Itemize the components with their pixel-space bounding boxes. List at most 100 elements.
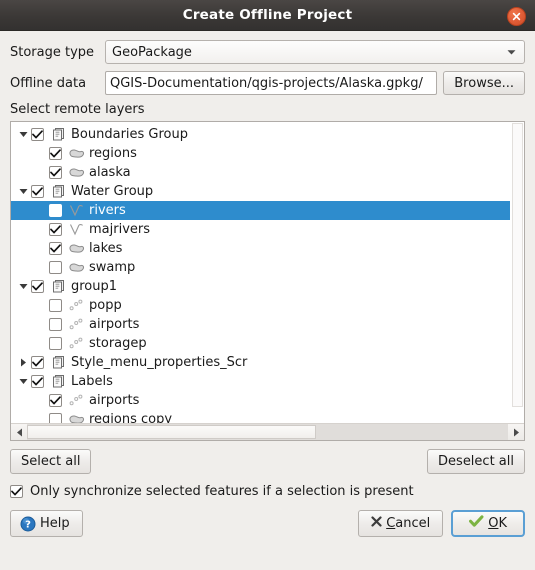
vertical-scroll-track[interactable] <box>512 123 523 407</box>
tree-row[interactable]: Labels <box>11 372 511 391</box>
tree-row[interactable]: airports <box>11 315 511 334</box>
tree-row[interactable]: lakes <box>11 239 511 258</box>
cancel-x-icon <box>371 516 382 531</box>
tree-row[interactable]: group1 <box>11 277 511 296</box>
only-sync-checkbox[interactable] <box>10 485 23 498</box>
offline-data-label: Offline data <box>10 75 87 91</box>
tree-row[interactable]: airports <box>11 391 511 410</box>
layer-checkbox[interactable] <box>49 337 62 350</box>
layer-name-label: majrivers <box>89 222 151 237</box>
tree-row[interactable]: Water Group <box>11 182 511 201</box>
layer-name-label: airports <box>89 317 140 332</box>
cancel-rest: ancel <box>395 516 431 531</box>
storage-type-row: Storage type GeoPackage <box>10 40 525 64</box>
polygon-layer-icon <box>67 165 85 180</box>
polygon-layer-icon <box>67 241 85 256</box>
deselect-all-button[interactable]: Deselect all <box>427 449 525 474</box>
scroll-left-icon[interactable] <box>11 424 27 440</box>
dialog-body: Storage type GeoPackage Offline data /QG… <box>0 31 535 537</box>
layer-checkbox[interactable] <box>31 356 44 369</box>
cancel-mnemonic: C <box>386 516 396 531</box>
group-layer-icon <box>49 127 67 142</box>
title-bar: Create Offline Project <box>0 0 535 31</box>
tree-row[interactable]: regions copy <box>11 410 511 424</box>
offline-data-input[interactable]: /QGIS-Documentation/qgis-projects/Alaska… <box>105 71 438 95</box>
chevron-down-icon[interactable] <box>15 188 31 195</box>
layer-checkbox[interactable] <box>49 394 62 407</box>
help-label: Help <box>40 516 70 531</box>
ok-check-icon <box>469 515 484 532</box>
ok-rest: K <box>498 516 507 531</box>
layer-name-label: Boundaries Group <box>71 127 189 142</box>
layer-checkbox[interactable] <box>31 280 44 293</box>
layer-name-label: rivers <box>89 203 126 218</box>
tree-vertical-scrollbar[interactable] <box>510 123 523 407</box>
layer-checkbox[interactable] <box>49 242 62 255</box>
only-sync-checkbox-row[interactable]: Only synchronize selected features if a … <box>10 484 525 499</box>
layer-name-label: airports <box>89 393 140 408</box>
offline-data-value: /QGIS-Documentation/qgis-projects/Alaska… <box>110 75 423 91</box>
scroll-right-icon[interactable] <box>508 424 524 440</box>
tree-row[interactable]: regions <box>11 144 511 163</box>
layer-checkbox[interactable] <box>31 128 44 141</box>
chevron-down-icon[interactable] <box>15 283 31 290</box>
tree-row[interactable]: Boundaries Group <box>11 125 511 144</box>
chevron-down-icon[interactable] <box>15 378 31 385</box>
group-layer-icon <box>49 374 67 389</box>
layer-name-label: Style_menu_properties_Scr <box>71 355 248 370</box>
layer-checkbox[interactable] <box>49 261 62 274</box>
chevron-down-icon[interactable] <box>15 131 31 138</box>
chevron-right-icon[interactable] <box>15 358 31 367</box>
layer-checkbox[interactable] <box>31 185 44 198</box>
layer-name-label: Water Group <box>71 184 154 199</box>
layer-checkbox[interactable] <box>49 299 62 312</box>
close-icon[interactable] <box>507 7 526 26</box>
cancel-button[interactable]: Cancel <box>358 510 444 537</box>
only-sync-label: Only synchronize selected features if a … <box>30 484 414 499</box>
storage-type-value: GeoPackage <box>112 44 192 60</box>
tree-scroll-area: Boundaries Group regions alaska Water Group… <box>11 122 524 424</box>
dialog-button-bar: ? Help Cancel OK <box>10 510 525 537</box>
tree-row[interactable]: swamp <box>11 258 511 277</box>
layer-name-label: storagep <box>89 336 147 351</box>
select-all-button[interactable]: Select all <box>10 449 92 474</box>
layer-name-label: swamp <box>89 260 136 275</box>
group-layer-icon <box>49 184 67 199</box>
help-button[interactable]: ? Help <box>10 510 83 537</box>
horizontal-scroll-thumb[interactable] <box>27 425 316 439</box>
tree-row[interactable]: alaska <box>11 163 511 182</box>
layer-checkbox[interactable] <box>49 204 62 217</box>
tree-row[interactable]: popp <box>11 296 511 315</box>
tree-row[interactable]: majrivers <box>11 220 511 239</box>
layer-checkbox[interactable] <box>31 375 44 388</box>
chevron-down-icon <box>507 45 516 60</box>
help-icon: ? <box>20 516 36 532</box>
horizontal-scroll-track[interactable] <box>27 424 508 440</box>
ok-button[interactable]: OK <box>451 510 525 537</box>
point-layer-icon <box>67 336 85 351</box>
storage-type-label: Storage type <box>10 44 95 60</box>
group-layer-icon <box>49 279 67 294</box>
layer-checkbox[interactable] <box>49 166 62 179</box>
point-layer-icon <box>67 298 85 313</box>
tree-row[interactable]: Style_menu_properties_Scr <box>11 353 511 372</box>
tree-row[interactable]: rivers <box>11 201 511 220</box>
remote-layers-tree[interactable]: Boundaries Group regions alaska Water Group… <box>10 121 525 441</box>
svg-text:?: ? <box>25 519 31 530</box>
tree-row[interactable]: storagep <box>11 334 511 353</box>
tree-horizontal-scrollbar[interactable] <box>11 423 524 440</box>
close-glyph <box>512 12 521 21</box>
polygon-layer-icon <box>67 146 85 161</box>
point-layer-icon <box>67 393 85 408</box>
check-icon <box>11 487 22 496</box>
layer-checkbox[interactable] <box>49 147 62 160</box>
polygon-layer-icon <box>67 260 85 275</box>
layer-name-label: regions <box>89 146 137 161</box>
storage-type-select[interactable]: GeoPackage <box>105 40 525 64</box>
browse-button[interactable]: Browse... <box>443 71 525 95</box>
window-title: Create Offline Project <box>182 7 353 23</box>
layer-checkbox[interactable] <box>49 318 62 331</box>
layer-name-label: lakes <box>89 241 123 256</box>
layer-checkbox[interactable] <box>49 223 62 236</box>
select-actions-row: Select all Deselect all <box>10 449 525 474</box>
